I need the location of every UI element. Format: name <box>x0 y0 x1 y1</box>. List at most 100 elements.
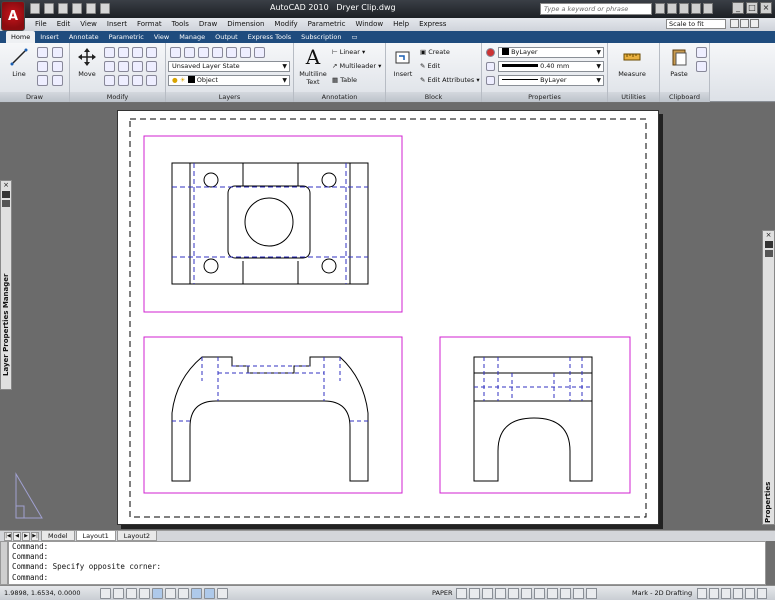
menu-file[interactable]: File <box>30 18 52 31</box>
properties-panel-title[interactable]: Properties <box>482 92 607 102</box>
erase-icon[interactable] <box>132 47 143 58</box>
layers-panel-title[interactable]: Layers <box>166 92 293 102</box>
color-dropdown[interactable]: ByLayer ▼ <box>498 47 604 58</box>
auto-scale-icon[interactable] <box>573 588 584 599</box>
menu-express[interactable]: Express <box>414 18 451 31</box>
steering-wheel-icon[interactable] <box>508 588 519 599</box>
coordinates-readout[interactable]: 1.9898, 1.6534, 0.0000 <box>4 589 81 597</box>
draw-panel-title[interactable]: Draw <box>0 92 69 102</box>
redo-icon[interactable] <box>86 3 96 14</box>
fillet-icon[interactable] <box>132 61 143 72</box>
cut-icon[interactable] <box>696 47 707 58</box>
plot-icon[interactable] <box>100 3 110 14</box>
doc-minimize-button[interactable] <box>730 19 739 28</box>
help-icon[interactable] <box>703 3 713 14</box>
layout-tab-model[interactable]: Model <box>41 531 75 541</box>
palette-close-icon[interactable]: × <box>763 231 774 239</box>
ribbon-minimize-icon[interactable]: ▭ <box>347 31 363 43</box>
rotate-icon[interactable] <box>104 47 115 58</box>
minimize-button[interactable]: _ <box>732 2 744 14</box>
application-menu-button[interactable]: A <box>1 1 25 31</box>
paste-button[interactable]: Paste <box>664 46 694 78</box>
layer-dropdown[interactable]: ● ☀ Object ▼ <box>168 75 290 86</box>
viewport-side-view[interactable] <box>439 336 631 494</box>
search-input[interactable]: Type a keyword or phrase <box>540 3 652 15</box>
open-icon[interactable] <box>44 3 54 14</box>
scale-dropdown[interactable]: Scale to fit <box>666 19 726 29</box>
offset-icon[interactable] <box>146 61 157 72</box>
tab-parametric[interactable]: Parametric <box>104 31 149 43</box>
lweight-toggle[interactable] <box>204 588 215 599</box>
star-icon[interactable] <box>691 3 701 14</box>
annotation-panel-title[interactable]: Annotation <box>294 92 385 102</box>
polyline-icon[interactable] <box>37 47 48 58</box>
last-tab-icon[interactable]: ▶| <box>31 532 39 541</box>
multiline-text-button[interactable]: A Multiline Text <box>296 45 330 86</box>
menu-format[interactable]: Format <box>132 18 167 31</box>
new-icon[interactable] <box>30 3 40 14</box>
comm-center-icon[interactable] <box>679 3 689 14</box>
next-tab-icon[interactable]: ▶ <box>22 532 30 541</box>
block-panel-title[interactable]: Block <box>386 92 481 102</box>
zoom-icon[interactable] <box>495 588 506 599</box>
maximize-button[interactable]: □ <box>746 2 758 14</box>
palette-autohide-icon[interactable] <box>764 241 773 248</box>
circle-icon[interactable] <box>37 61 48 72</box>
binoculars-icon[interactable] <box>655 3 665 14</box>
layer-previous-icon[interactable] <box>212 47 223 58</box>
drawing-canvas[interactable] <box>118 111 660 526</box>
otrack-toggle[interactable] <box>165 588 176 599</box>
snap-toggle[interactable] <box>100 588 111 599</box>
quick-view-drawings-icon[interactable] <box>469 588 480 599</box>
arc-icon[interactable] <box>52 47 63 58</box>
edit-block-button[interactable]: ✎ Edit <box>420 62 440 70</box>
layout-tab-layout1[interactable]: Layout1 <box>75 531 116 541</box>
menu-tools[interactable]: Tools <box>167 18 194 31</box>
tab-view[interactable]: View <box>149 31 174 43</box>
maximize-viewport-icon[interactable] <box>534 588 545 599</box>
explode-icon[interactable] <box>146 47 157 58</box>
pan-icon[interactable] <box>482 588 493 599</box>
layer-off-icon[interactable] <box>254 47 265 58</box>
tab-subscription[interactable]: Subscription <box>296 31 346 43</box>
grid-toggle[interactable] <box>113 588 124 599</box>
doc-restore-button[interactable] <box>740 19 749 28</box>
linetype-dropdown[interactable]: ByLayer ▼ <box>498 75 604 86</box>
scale-icon[interactable] <box>118 75 129 86</box>
tab-insert[interactable]: Insert <box>35 31 64 43</box>
rectangle-icon[interactable] <box>52 61 63 72</box>
menu-dimension[interactable]: Dimension <box>222 18 269 31</box>
clipboard-panel-title[interactable]: Clipboard <box>660 92 709 102</box>
close-button[interactable]: × <box>760 2 772 14</box>
palette-close-icon[interactable]: × <box>1 181 11 189</box>
array-icon[interactable] <box>132 75 143 86</box>
move-button[interactable]: Move <box>72 46 102 78</box>
layout-tab-layout2[interactable]: Layout2 <box>116 531 157 541</box>
ellipse-icon[interactable] <box>37 75 48 86</box>
edit-polyline-icon[interactable] <box>146 75 157 86</box>
dyn-toggle[interactable] <box>191 588 202 599</box>
palette-autohide-icon[interactable] <box>2 191 10 198</box>
polar-toggle[interactable] <box>139 588 150 599</box>
clean-screen-icon[interactable] <box>745 588 755 599</box>
command-line[interactable]: Command: Command: Command: Specify opposit… <box>8 541 766 585</box>
create-block-button[interactable]: ▣ Create <box>420 48 450 56</box>
line-button[interactable]: Line <box>4 46 34 78</box>
menu-parametric[interactable]: Parametric <box>303 18 351 31</box>
status-menu-icon[interactable] <box>733 588 743 599</box>
layer-state-dropdown[interactable]: Unsaved Layer State ▼ <box>168 61 290 72</box>
properties-palette[interactable]: × Properties <box>762 230 775 525</box>
layer-freeze-icon[interactable] <box>240 47 251 58</box>
layer-match-icon[interactable] <box>198 47 209 58</box>
qp-toggle[interactable] <box>217 588 228 599</box>
tab-output[interactable]: Output <box>210 31 243 43</box>
menu-modify[interactable]: Modify <box>269 18 302 31</box>
edit-attributes-button[interactable]: ✎ Edit Attributes ▾ <box>420 76 480 84</box>
viewport-front-view[interactable] <box>143 336 403 494</box>
doc-close-button[interactable] <box>750 19 759 28</box>
paper-sheet[interactable] <box>117 110 659 525</box>
menu-view[interactable]: View <box>75 18 102 31</box>
tab-express-tools[interactable]: Express Tools <box>243 31 296 43</box>
command-grip[interactable] <box>0 541 8 585</box>
workspace-switch-icon[interactable] <box>586 588 597 599</box>
